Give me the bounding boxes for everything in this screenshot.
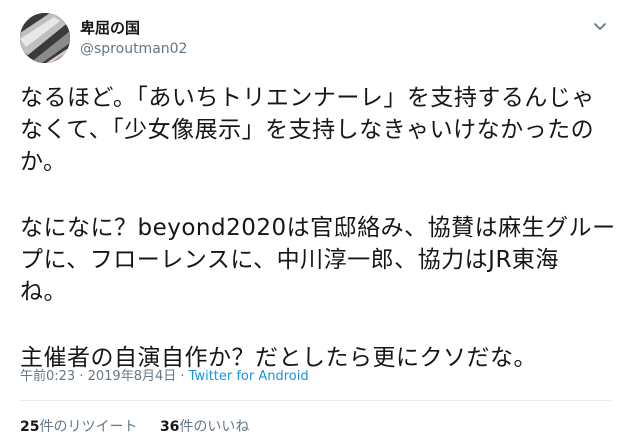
retweet-stat[interactable]: 25件のリツイート [20,418,137,436]
screen-name[interactable]: @sproutman02 [80,40,187,58]
tweet-line: か。 [20,149,67,175]
tweet-time[interactable]: 午前0:23 [20,369,75,384]
tweet-source-link[interactable]: Twitter for Android [189,369,309,384]
avatar[interactable] [20,13,70,63]
tweet-text: なるほど。「あいちトリエンナーレ」を支持するんじゃ なくて、「少女像展示」を支持… [20,82,620,374]
meta-separator: · [176,369,189,384]
tweet-line: なるほど。「あいちトリエンナーレ」を支持するんじゃ [20,85,595,111]
like-count: 36 [159,419,180,435]
like-stat[interactable]: 36件のいいね [160,418,249,436]
tweet-card: 卑屈の国 @sproutman02 なるほど。「あいちトリエンナーレ」を支持する… [0,0,631,440]
retweet-label: 件のリツイート [39,419,138,435]
tweet-line: なになに？beyond2020は官邸絡み、協賛は麻生グルー [20,215,616,241]
tweet-line: プに、フローレンスに、中川淳一郎、協力はJR東海 [20,247,559,273]
tweet-line: ね。 [20,279,67,305]
retweet-count: 25 [20,419,40,435]
tweet-line: なくて、「少女像展示」を支持しなきゃいけなかったの [20,117,595,143]
tweet-date[interactable]: 2019年8月4日 [88,369,177,384]
display-name[interactable]: 卑屈の国 [80,19,140,37]
tweet-stats: 25件のリツイート 36件のいいね [20,418,267,436]
meta-separator: · [75,369,88,384]
divider [20,400,611,401]
chevron-down-icon[interactable] [593,22,607,32]
like-label: 件のいいね [179,419,250,435]
tweet-metadata: 午前0:23 · 2019年8月4日 · Twitter for Android [20,368,309,386]
